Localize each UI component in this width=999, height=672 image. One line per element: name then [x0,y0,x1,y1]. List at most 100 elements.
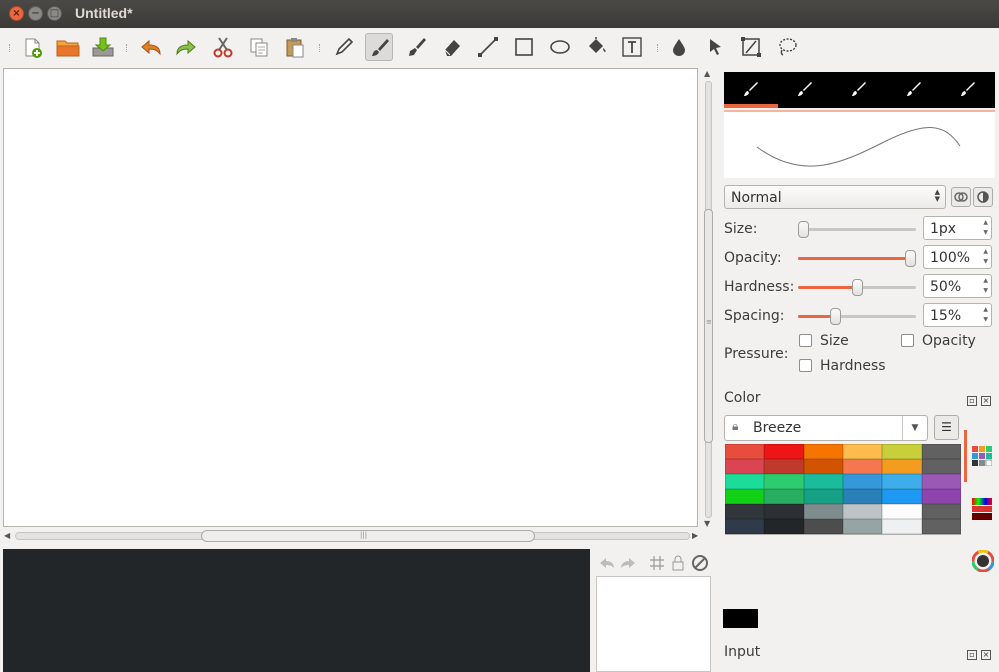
calligraphy-tool-button[interactable] [403,33,431,61]
color-swatch[interactable] [882,474,922,489]
color-swatch[interactable] [803,444,843,459]
layer-list[interactable] [596,576,711,672]
scroll-left-icon[interactable]: ◀ [4,531,10,540]
color-swatch[interactable] [882,459,922,474]
color-picker-tool-button[interactable] [665,33,693,61]
maximize-window-button[interactable]: □ [47,6,62,21]
vertical-scrollbar[interactable]: ▲ ≡ ▼ [702,69,714,530]
eraser-tool-button[interactable] [438,33,466,61]
scroll-right-icon[interactable]: ▶ [692,531,698,540]
hardness-slider[interactable] [798,279,916,296]
size-slider[interactable] [798,221,916,238]
hardness-spinbox[interactable]: 50% ▲ ▼ [923,274,992,298]
color-swatch[interactable] [842,489,883,504]
palette-select[interactable]: 🔒︎ Breeze ▼ [724,415,928,441]
line-tool-button[interactable] [474,33,502,61]
color-swatch[interactable] [764,489,804,504]
open-button[interactable] [53,33,81,61]
color-swatch[interactable] [842,474,883,489]
close-icon[interactable]: × [981,396,991,406]
toolbar-handle[interactable] [9,44,12,52]
spin-arrows-icon[interactable]: ▲ ▼ [983,247,988,267]
color-swatch[interactable] [764,474,804,489]
color-swatch[interactable] [882,519,922,534]
spacing-spinbox[interactable]: 15% ▲ ▼ [923,303,992,327]
pencil-tool-button[interactable] [330,33,358,61]
lasso-tool-button[interactable] [773,33,801,61]
copy-button[interactable] [245,33,273,61]
color-swatch[interactable] [725,474,765,489]
color-swatch[interactable] [803,519,843,534]
brush-preset-tab-4[interactable] [887,72,941,108]
float-icon[interactable]: ▫ [967,650,977,660]
spin-arrows-icon[interactable]: ▲ ▼ [983,305,988,325]
color-swatch[interactable] [725,489,765,504]
spin-arrows-icon[interactable]: ▲ ▼ [983,218,988,238]
color-slider-mode-button[interactable] [972,498,992,520]
pressure-opacity-checkbox[interactable] [901,334,914,347]
close-window-button[interactable]: × [9,6,24,21]
brush-preset-tab-1[interactable] [724,72,778,108]
color-swatch[interactable] [725,519,765,534]
color-swatch[interactable] [803,489,843,504]
lock-alpha-button[interactable] [951,187,971,207]
color-swatch[interactable] [921,519,961,534]
pressure-hardness-checkbox[interactable] [799,359,812,372]
palette-mode-button[interactable] [972,446,993,467]
crop-tool-button[interactable] [737,33,765,61]
new-document-button[interactable] [18,33,46,61]
size-slider-handle[interactable] [798,221,809,238]
blend-mode-select[interactable]: Normal ▲ ▼ [724,185,946,209]
spacing-slider[interactable] [798,308,916,325]
color-swatch[interactable] [882,489,922,504]
cut-button[interactable] [209,33,237,61]
hardness-slider-handle[interactable] [851,279,863,296]
color-swatch[interactable] [921,489,961,504]
pressure-size-checkbox[interactable] [799,334,812,347]
color-swatch[interactable] [764,504,804,519]
history-undo-button[interactable] [597,553,617,573]
size-spinbox[interactable]: 1px ▲ ▼ [923,216,992,240]
color-swatch[interactable] [921,444,961,459]
ellipse-tool-button[interactable] [546,33,574,61]
redo-button[interactable] [172,33,200,61]
color-swatch[interactable] [842,519,883,534]
color-swatch[interactable] [921,474,961,489]
color-swatch[interactable] [842,444,883,459]
lock-toggle-button[interactable] [668,553,688,573]
grid-toggle-button[interactable] [647,553,667,573]
drawing-canvas[interactable] [3,68,698,527]
rectangle-tool-button[interactable] [510,33,538,61]
color-swatch[interactable] [882,444,922,459]
color-swatch[interactable] [764,444,804,459]
selection-tool-button[interactable] [701,33,729,61]
horizontal-scroll-thumb[interactable]: ||| [201,530,535,542]
fill-tool-button[interactable] [582,33,610,61]
color-swatch[interactable] [764,459,804,474]
color-swatch[interactable] [921,459,961,474]
foreground-color-swatch[interactable] [723,609,758,628]
brush-preset-tab-5[interactable] [941,72,995,108]
color-swatch[interactable] [842,504,883,519]
minimize-window-button[interactable]: − [28,6,43,21]
color-swatch[interactable] [803,474,843,489]
color-swatch[interactable] [764,519,804,534]
color-swatch[interactable] [725,459,765,474]
opacity-slider-handle[interactable] [905,250,916,267]
color-swatch[interactable] [725,504,765,519]
brush-preset-tab-3[interactable] [832,72,886,108]
history-redo-button[interactable] [618,553,638,573]
chevron-down-icon[interactable]: ▼ [902,416,927,440]
color-swatch[interactable] [803,504,843,519]
color-swatch[interactable] [842,459,883,474]
text-tool-button[interactable] [618,33,646,61]
color-swatch[interactable] [725,444,765,459]
opacity-slider[interactable] [798,250,916,267]
erase-mode-button[interactable] [973,187,993,207]
close-icon[interactable]: × [981,650,991,660]
scroll-up-icon[interactable]: ▲ [704,69,710,78]
color-swatch[interactable] [803,459,843,474]
opacity-spinbox[interactable]: 100% ▲ ▼ [923,245,992,269]
save-button[interactable] [88,33,116,61]
brush-tool-button[interactable] [365,33,393,61]
